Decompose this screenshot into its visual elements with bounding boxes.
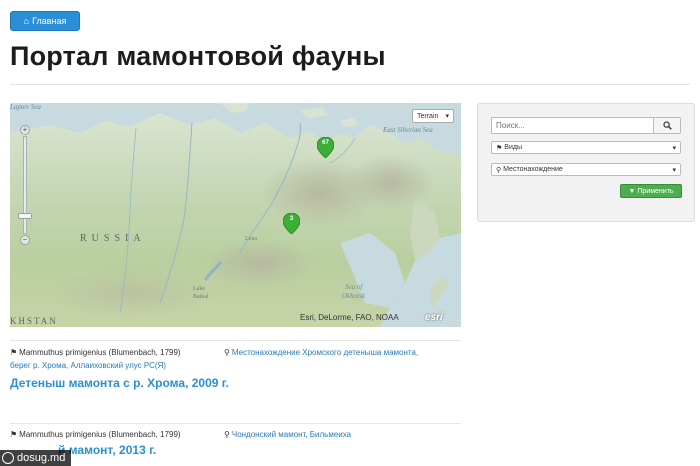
map-marker-cluster[interactable]: 67 xyxy=(316,136,335,159)
tag-icon: ⚑ xyxy=(10,348,18,357)
entry-location-link[interactable]: Местонахождение Хромского детеныша мамон… xyxy=(232,348,418,357)
map-marker-icon: ⚲ xyxy=(224,430,230,439)
species-select[interactable]: ⚑ Виды ▾ xyxy=(491,141,681,154)
watermark: dosug.md xyxy=(0,450,72,466)
entry-title-link[interactable]: Детеныш мамонта с р. Хрома, 2009 г. xyxy=(10,376,229,390)
map-label-baikal: Baikal xyxy=(193,294,209,300)
map-label-laptev-sea: Laptev Sea xyxy=(10,103,41,111)
marker-count: 67 xyxy=(322,140,329,146)
marker-count: 3 xyxy=(289,216,294,222)
entry-species-text: Mammuthus primigenius (Blumenbach, 1799) xyxy=(19,430,181,439)
map-label-lena: Lena xyxy=(245,236,257,242)
search-button[interactable] xyxy=(653,117,681,134)
entry-species: ⚑ Mammuthus primigenius (Blumenbach, 179… xyxy=(10,430,181,439)
home-button-label: Главная xyxy=(32,16,67,26)
entry-divider xyxy=(10,340,461,341)
zoom-out-button[interactable]: − xyxy=(20,235,30,245)
location-select[interactable]: ⚲ Местонахождение ▾ xyxy=(491,163,681,176)
map-label-east-siberian-sea: East Siberian Sea xyxy=(383,126,433,134)
location-select-label: Местонахождение xyxy=(503,166,563,173)
entry-title-link[interactable]: й мамонт, 2013 г. xyxy=(58,443,156,457)
map-label-lake: Lake xyxy=(193,286,205,292)
map-label-okhotsk: Okhotsk xyxy=(342,292,365,300)
map-attribution: Esri, DeLorme, FAO, NOAA xyxy=(300,313,399,322)
apply-button[interactable]: ▼ Применить xyxy=(620,184,682,198)
map-marker-icon: ⚲ xyxy=(224,348,230,357)
basemap-select[interactable]: Terrain ▾ xyxy=(412,109,454,123)
home-button[interactable]: ⌂ Главная xyxy=(10,11,80,31)
filter-icon: ▼ xyxy=(628,187,636,195)
map-marker-cluster[interactable]: 3 xyxy=(282,212,301,235)
title-divider xyxy=(10,84,690,85)
zoom-track[interactable] xyxy=(23,136,27,234)
home-icon: ⌂ xyxy=(23,16,30,26)
zoom-in-button[interactable]: + xyxy=(20,125,30,135)
entry-divider xyxy=(10,423,461,424)
entry-location-continued[interactable]: берег р. Хрома, Аллаиховский улус РС(Я) xyxy=(10,361,166,370)
map-terrain xyxy=(10,103,461,327)
search-icon xyxy=(662,121,672,130)
map-zoom-slider[interactable]: + − xyxy=(18,125,32,245)
entry-location-link[interactable]: Чондонский мамонт, Бильмеиха xyxy=(232,430,351,439)
entry-species-text: Mammuthus primigenius (Blumenbach, 1799) xyxy=(19,348,181,357)
search-input[interactable] xyxy=(491,117,653,134)
caret-down-icon: ▾ xyxy=(672,166,676,174)
basemap-select-label: Terrain xyxy=(417,112,439,120)
watermark-text: dosug.md xyxy=(17,452,66,464)
map-label-kazakhstan: KHSTAN xyxy=(10,316,58,326)
entry-location-link-line2[interactable]: берег р. Хрома, Аллаиховский улус РС(Я) xyxy=(10,361,166,370)
watermark-logo-icon xyxy=(2,452,14,464)
map-view[interactable]: Laptev Sea East Siberian Sea RUSSIA Lena… xyxy=(10,103,461,327)
caret-down-icon: ▾ xyxy=(672,144,676,152)
entry-location[interactable]: ⚲ Местонахождение Хромского детеныша мам… xyxy=(224,348,418,357)
entry-species: ⚑ Mammuthus primigenius (Blumenbach, 179… xyxy=(10,348,181,357)
zoom-handle[interactable] xyxy=(18,213,32,219)
map-marker-icon: ⚲ xyxy=(496,166,502,174)
caret-down-icon: ▾ xyxy=(445,113,449,120)
page-title: Портал мамонтовой фауны xyxy=(10,41,386,71)
apply-button-label: Применить xyxy=(637,187,674,195)
map-label-sea-of: Sea of xyxy=(345,283,363,291)
tag-icon: ⚑ xyxy=(496,144,503,152)
tag-icon: ⚑ xyxy=(10,430,18,439)
entry-location[interactable]: ⚲ Чондонский мамонт, Бильмеиха xyxy=(224,430,351,439)
map-label-russia: RUSSIA xyxy=(80,233,146,244)
esri-logo: esri xyxy=(425,312,443,323)
species-select-label: Виды xyxy=(504,144,522,151)
